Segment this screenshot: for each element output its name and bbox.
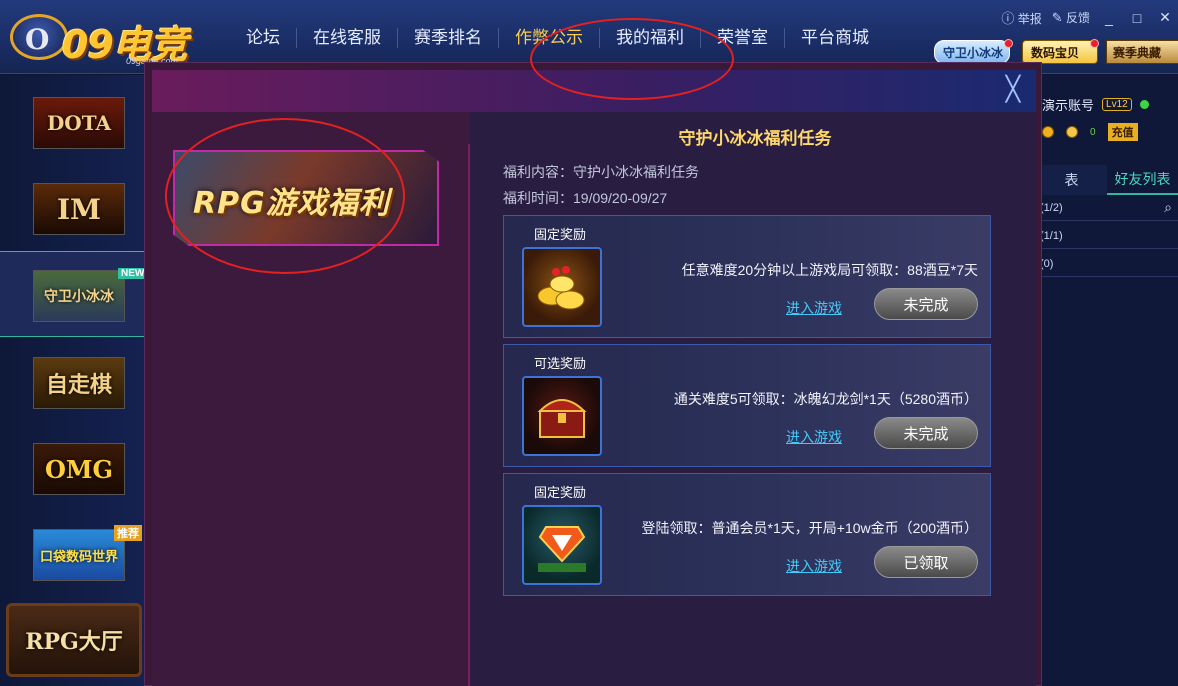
nav-ranking[interactable]: 赛季排名 <box>398 28 499 48</box>
tab-friends[interactable]: 好友列表 <box>1107 165 1178 195</box>
friend-panel: 演示账号 Lv12 0 充值 表 好友列表 (1/2) ⌕ (1/1) (0) <box>1036 75 1178 686</box>
benefit-content-label: 福利内容：守护小冰冰福利任务 <box>503 164 699 180</box>
reward-desc: 任意难度20分钟以上游戏局可领取：88酒豆*7天 <box>681 262 978 278</box>
game-digimon[interactable]: 口袋数码世界 推荐 <box>0 511 144 597</box>
reward-desc: 通关难度5可领取：冰魄幻龙剑*1天（5280酒币） <box>673 391 978 407</box>
user-info: 演示账号 Lv12 <box>1042 95 1149 114</box>
nav-support[interactable]: 在线客服 <box>297 28 398 48</box>
enter-game-link[interactable]: 进入游戏 <box>786 427 842 447</box>
feedback-label: 反馈 <box>1065 11 1090 25</box>
game-im[interactable]: IM <box>0 165 144 251</box>
charge-button[interactable]: 充值 <box>1107 123 1138 141</box>
task-content: 守护小冰冰福利任务 福利内容：守护小冰冰福利任务 福利时间：19/09/20-0… <box>470 112 1036 686</box>
friend-tabs: 表 好友列表 <box>1036 165 1178 195</box>
status-button[interactable]: 已领取 <box>874 546 978 578</box>
group-count: (1/2) <box>1040 202 1063 214</box>
enter-game-link[interactable]: 进入游戏 <box>786 298 842 318</box>
task-title: 守护小冰冰福利任务 <box>678 129 832 148</box>
notify-dot <box>1004 39 1013 48</box>
maximize-button[interactable]: □ <box>1128 10 1146 26</box>
info-icon: ⓘ <box>1001 11 1015 26</box>
friend-group[interactable]: (0) <box>1036 251 1178 277</box>
reward-card: 固定奖励 登陆领取：普通会员*1天，开局+10w金币（200酒币） 进入游戏 已… <box>503 473 991 596</box>
game-tile: OMG <box>33 443 125 495</box>
reward-card: 可选奖励 通关难度5可领取：冰魄幻龙剑*1天（5280酒币） 进入游戏 未完成 <box>503 344 991 467</box>
promo-season[interactable]: 赛季典藏 <box>1106 40 1178 64</box>
feedback-link[interactable]: ✎ 反馈 <box>1052 9 1090 26</box>
close-window-button[interactable]: ✕ <box>1156 9 1174 26</box>
group-count: (1/1) <box>1040 230 1063 242</box>
game-shouwei[interactable]: 守卫小冰冰 NEW <box>0 251 148 337</box>
game-dota[interactable]: DOTA <box>0 79 144 165</box>
search-icon[interactable]: ⌕ <box>1164 199 1172 216</box>
app-window: O 09电竞 09game.com 论坛 在线客服 赛季排名 作弊公示 我的福利… <box>0 0 1178 686</box>
rpg-hall-button[interactable]: RPG大厅 <box>6 603 142 677</box>
game-sidebar: DOTA IM 守卫小冰冰 NEW 自走棋 OMG 口袋数码世界 推荐 RPG大… <box>0 75 148 686</box>
report-link[interactable]: ⓘ 举报 <box>1001 8 1041 27</box>
treasure-chest-icon <box>522 376 602 456</box>
vip-badge-icon <box>522 505 602 585</box>
new-badge: NEW <box>118 268 148 279</box>
minimize-button[interactable]: _ <box>1100 10 1118 26</box>
reward-type: 固定奖励 <box>534 485 587 500</box>
game-omg[interactable]: OMG <box>0 425 144 511</box>
promo-season-label: 赛季典藏 <box>1113 45 1162 60</box>
notify-dot <box>1090 39 1099 48</box>
promo-shouwei-label: 守卫小冰冰 <box>943 45 1004 60</box>
benefit-time-label: 福利时间：19/09/20-09/27 <box>503 190 668 206</box>
pen-icon: ✎ <box>1051 10 1063 25</box>
enter-game-link[interactable]: 进入游戏 <box>786 556 842 576</box>
balance-value: 0 <box>1090 126 1096 138</box>
promo-shouwei[interactable]: 守卫小冰冰 <box>934 40 1010 64</box>
friend-group[interactable]: (1/2) ⌕ <box>1036 195 1178 221</box>
reward-type: 可选奖励 <box>534 356 587 371</box>
status-button[interactable]: 未完成 <box>874 288 978 320</box>
game-tile: 守卫小冰冰 <box>33 270 125 322</box>
game-tile: IM <box>33 183 125 235</box>
report-label: 举报 <box>1017 12 1042 26</box>
window-controls: ⓘ 举报 ✎ 反馈 _ □ ✕ <box>1001 8 1174 27</box>
dialog-close-button[interactable]: ╳ <box>1002 78 1024 102</box>
nav-store[interactable]: 平台商城 <box>785 28 885 48</box>
vip-badge-svg <box>538 526 586 572</box>
reward-type: 固定奖励 <box>534 227 587 242</box>
highlight-ring <box>530 18 734 100</box>
friend-group[interactable]: (1/1) <box>1036 223 1178 249</box>
bean-icon <box>1066 126 1078 138</box>
logo-mark-text: O <box>25 23 50 56</box>
game-autochess[interactable]: 自走棋 <box>0 339 144 425</box>
gold-ingots-svg <box>537 266 585 310</box>
tab-list[interactable]: 表 <box>1036 165 1107 195</box>
promo-digimon-label: 数码宝贝 <box>1031 45 1080 60</box>
online-status-icon <box>1139 100 1149 109</box>
game-tile: 自走棋 <box>33 357 125 409</box>
logo: O 09电竞 09game.com <box>10 10 196 67</box>
reward-card: 固定奖励 任意难度20分钟以上游戏局可领取：88酒豆*7天 进入游戏 未完成 <box>503 215 991 338</box>
reward-desc: 登陆领取：普通会员*1天，开局+10w金币（200酒币） <box>641 520 978 536</box>
status-button[interactable]: 未完成 <box>874 417 978 449</box>
nav-forum[interactable]: 论坛 <box>230 28 297 48</box>
level-badge: Lv12 <box>1102 98 1132 111</box>
gold-ingots-icon <box>522 247 602 327</box>
treasure-chest-svg <box>537 399 587 438</box>
highlight-ring <box>165 118 405 274</box>
game-tile: DOTA <box>33 97 125 149</box>
promo-digimon[interactable]: 数码宝贝 <box>1022 40 1098 64</box>
group-count: (0) <box>1040 258 1054 270</box>
account-name: 演示账号 <box>1042 98 1095 113</box>
logo-mark: O <box>10 14 68 60</box>
recommend-badge: 推荐 <box>114 525 142 541</box>
game-tile: 口袋数码世界 <box>33 529 125 581</box>
